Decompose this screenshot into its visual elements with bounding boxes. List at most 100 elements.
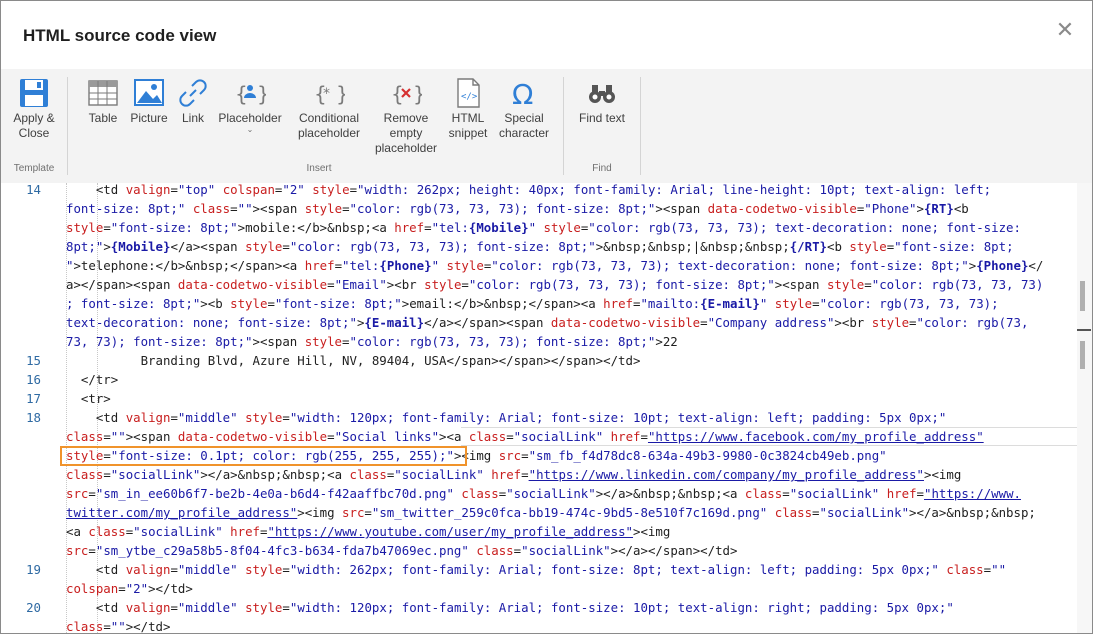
code-editor[interactable]: 14 <td valign="top" colspan="2" style="w…	[1, 183, 1077, 634]
code-line[interactable]: src="sm_ytbe_c29a58b5-8f04-4fc3-b634-fda…	[1, 541, 1077, 560]
html-source-dialog: HTML source code view ✕ Apply & Close Te…	[0, 0, 1093, 634]
line-number: 16	[26, 372, 41, 387]
code-text: Branding Blvd, Azure Hill, NV, 89404, US…	[66, 353, 641, 368]
code-line[interactable]: 15 Branding Blvd, Azure Hill, NV, 89404,…	[1, 351, 1077, 370]
svg-text:*: *	[323, 86, 330, 102]
ribbon-toolbar: Apply & Close Template Table Picture Lin…	[1, 69, 1092, 183]
code-text: ; font-size: 8pt;"><b style="font-size: …	[66, 296, 999, 311]
conditional-placeholder-button[interactable]: { } * Conditional placeholder	[291, 77, 367, 141]
group-label-find: Find	[592, 163, 612, 174]
code-line[interactable]: class="socialLink"></a>&nbsp;&nbsp;<a cl…	[1, 465, 1077, 484]
code-line[interactable]: style="font-size: 0.1pt; color: rgb(255,…	[1, 446, 1077, 465]
code-line[interactable]: a></span><span data-codetwo-visible="Ema…	[1, 275, 1077, 294]
code-text: src="sm_in_ee60b6f7-be2b-4e0a-b6d4-f42aa…	[66, 486, 1021, 501]
code-line[interactable]: 14 <td valign="top" colspan="2" style="w…	[1, 183, 1077, 199]
html-snippet-button[interactable]: </> HTML snippet	[443, 77, 493, 141]
code-text: <td valign="top" colspan="2" style="widt…	[95, 183, 992, 197]
code-text: twitter.com/my_profile_address"><img src…	[66, 505, 1036, 520]
code-text: </tr>	[80, 372, 119, 387]
link-label: Link	[181, 111, 204, 125]
svg-text:{: {	[391, 82, 404, 106]
code-line[interactable]: colspan="2"></td>	[1, 579, 1077, 598]
svg-text:Ω: Ω	[512, 78, 533, 109]
line-number: 14	[26, 183, 41, 197]
find-text-label: Find text	[578, 111, 626, 125]
picture-label: Picture	[130, 111, 168, 125]
code-line[interactable]: 19 <td valign="middle" style="width: 262…	[1, 560, 1077, 579]
html-snippet-icon: </>	[457, 78, 480, 108]
code-line[interactable]: style="font-size: 8pt;">mobile:</b>&nbsp…	[1, 218, 1077, 237]
line-number: 18	[26, 410, 41, 425]
svg-text:</>: </>	[461, 92, 478, 102]
code-line[interactable]: class=""><span data-codetwo-visible="Soc…	[1, 427, 1077, 446]
line-number: 17	[26, 391, 41, 406]
code-line[interactable]: 17 <tr>	[1, 389, 1077, 408]
code-text: a></span><span data-codetwo-visible="Ema…	[66, 277, 1044, 292]
remove-empty-placeholder-button[interactable]: { } Remove empty placeholder	[371, 77, 441, 156]
code-text: font-size: 8pt;" class=""><span style="c…	[66, 201, 969, 216]
apply-close-label-1: Apply &	[13, 111, 55, 125]
save-icon	[20, 79, 48, 107]
svg-text:}: }	[413, 82, 422, 106]
ribbon-group-template: Apply & Close Template	[1, 69, 67, 183]
code-line[interactable]: src="sm_in_ee60b6f7-be2b-4e0a-b6d4-f42aa…	[1, 484, 1077, 503]
scrollbar-thumb[interactable]	[1080, 281, 1085, 311]
conditional-label-1: Conditional	[298, 111, 360, 125]
apply-close-button[interactable]: Apply & Close	[7, 77, 61, 141]
ribbon-separator	[67, 77, 68, 175]
table-icon	[88, 80, 118, 106]
line-number: 15	[26, 353, 41, 368]
code-line[interactable]: 73, 73); font-size: 8pt;"><span style="c…	[1, 332, 1077, 351]
code-line[interactable]: <a class="socialLink" href="https://www.…	[1, 522, 1077, 541]
code-text: <td valign="middle" style="width: 120px;…	[95, 600, 954, 615]
code-text: style="font-size: 8pt;">mobile:</b>&nbsp…	[66, 220, 1021, 235]
table-button[interactable]: Table	[83, 77, 123, 126]
code-text: ">telephone:</b>&nbsp;</span><a href="te…	[66, 258, 1044, 273]
vertical-scrollbar[interactable]	[1077, 183, 1092, 633]
code-line[interactable]: class=""></td>	[1, 617, 1077, 634]
code-line[interactable]: 8pt;">{Mobile}</a><span style="color: rg…	[1, 237, 1077, 256]
table-label: Table	[88, 111, 118, 125]
special-character-button[interactable]: Ω Special character	[495, 77, 553, 141]
code-line[interactable]: 20 <td valign="middle" style="width: 120…	[1, 598, 1077, 617]
picture-button[interactable]: Picture	[127, 77, 171, 126]
find-text-button[interactable]: Find text	[572, 77, 632, 126]
code-line[interactable]: text-decoration: none; font-size: 8pt;">…	[1, 313, 1077, 332]
code-text: class=""></td>	[66, 619, 171, 634]
code-text: class="socialLink"></a>&nbsp;&nbsp;<a cl…	[66, 467, 962, 482]
ribbon-separator	[640, 77, 641, 175]
conditional-placeholder-icon: { } *	[314, 82, 345, 106]
link-button[interactable]: Link	[175, 77, 211, 126]
placeholder-button[interactable]: { } Placeholder ⌄	[215, 77, 285, 134]
code-text: text-decoration: none; font-size: 8pt;">…	[66, 315, 1029, 330]
remove-placeholder-icon: { }	[391, 82, 422, 106]
code-line[interactable]: 16 </tr>	[1, 370, 1077, 389]
code-text: <td valign="middle" style="width: 120px;…	[95, 410, 947, 425]
code-line[interactable]: twitter.com/my_profile_address"><img src…	[1, 503, 1077, 522]
line-number: 20	[26, 600, 41, 615]
svg-text:}: }	[336, 82, 345, 106]
close-icon[interactable]: ✕	[1054, 19, 1076, 41]
code-text: 8pt;">{Mobile}</a><span style="color: rg…	[66, 239, 1014, 254]
svg-text:}: }	[257, 82, 266, 106]
code-line[interactable]: ">telephone:</b>&nbsp;</span><a href="te…	[1, 256, 1077, 275]
html-snippet-label-2: snippet	[448, 126, 488, 140]
scrollbar-thumb[interactable]	[1080, 341, 1085, 369]
code-line[interactable]: font-size: 8pt;" class=""><span style="c…	[1, 199, 1077, 218]
html-snippet-label-1: HTML	[451, 111, 485, 125]
apply-close-label-2: Close	[18, 126, 50, 140]
group-label-template: Template	[13, 163, 55, 174]
remove-empty-label-1: Remove	[383, 111, 429, 125]
scrollbar-position-marker	[1077, 329, 1091, 331]
code-line[interactable]: 18 <td valign="middle" style="width: 120…	[1, 408, 1077, 427]
ribbon-group-insert: Table Picture Link {Placeholder ⌄ {* C…	[77, 69, 561, 183]
code-text: style="font-size: 0.1pt; color: rgb(255,…	[66, 448, 887, 463]
code-text: src="sm_ytbe_c29a58b5-8f04-4fc3-b634-fda…	[66, 543, 738, 558]
ribbon-group-find: Find text Find	[564, 69, 640, 183]
code-line[interactable]: ; font-size: 8pt;"><b style="font-size: …	[1, 294, 1077, 313]
svg-text:{: {	[235, 82, 248, 106]
remove-empty-label-2: empty	[389, 126, 423, 140]
conditional-label-2: placeholder	[297, 126, 361, 140]
code-text: colspan="2"></td>	[66, 581, 193, 596]
code-text: <a class="socialLink" href="https://www.…	[66, 524, 671, 539]
